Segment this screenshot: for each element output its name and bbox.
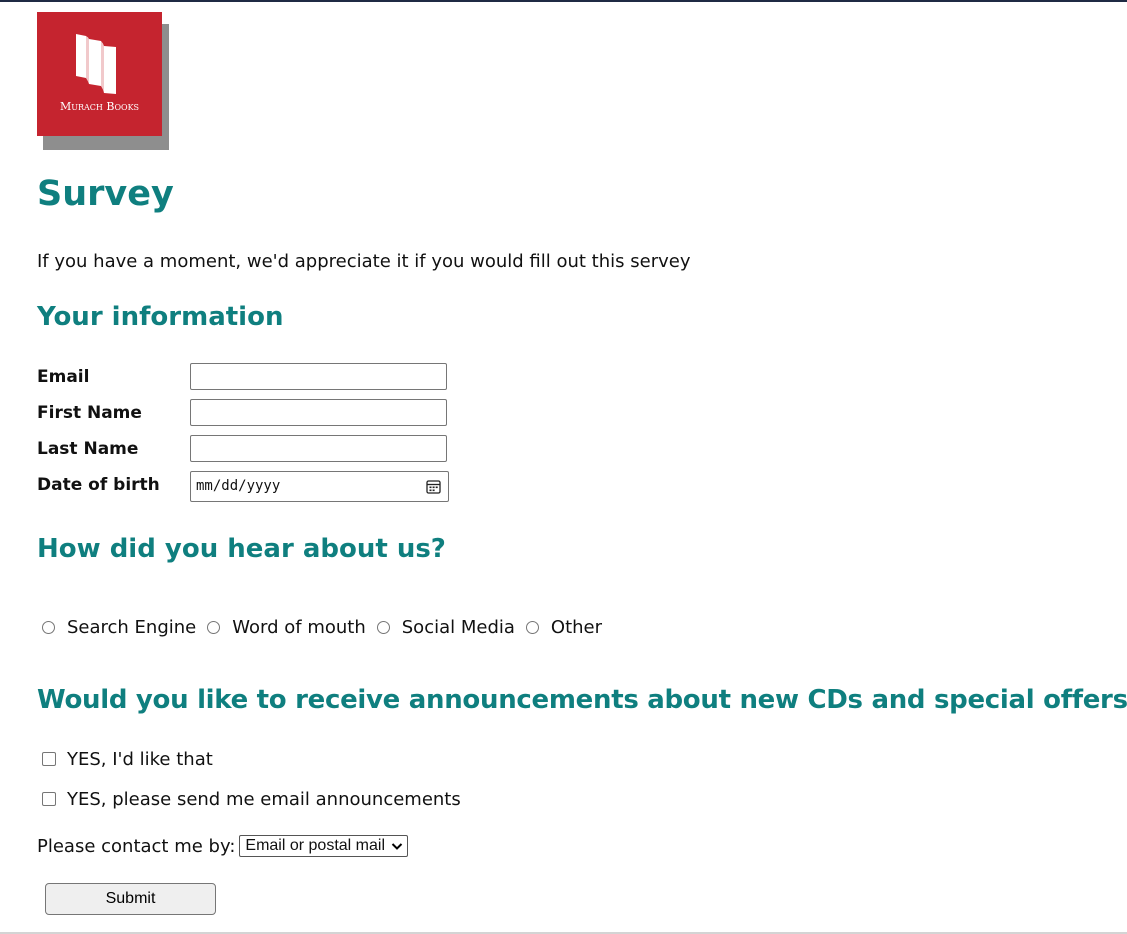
- announcements-checkbox[interactable]: [42, 752, 56, 766]
- calendar-icon[interactable]: [426, 479, 441, 494]
- announcements-checkbox-label: YES, I'd like that: [67, 748, 213, 770]
- radio-social-media[interactable]: [376, 620, 390, 634]
- page-title: Survey: [37, 174, 174, 214]
- submit-button[interactable]: Submit: [45, 883, 216, 915]
- chevron-down-icon: [391, 843, 403, 850]
- announcements-checkbox-row: YES, I'd like that: [42, 747, 213, 771]
- contact-method-selected: Email or postal mail: [245, 837, 385, 854]
- logo-box: Murach Books: [37, 12, 162, 136]
- email-announcements-checkbox-row: YES, please send me email announcements: [42, 787, 461, 811]
- first-name-label: First Name: [37, 403, 142, 423]
- announcements-heading: Would you like to receive announcements …: [37, 685, 1127, 715]
- contact-method-label: Please contact me by:: [37, 835, 236, 857]
- dob-placeholder: mm/dd/yyyy: [196, 478, 281, 494]
- murach-books-logo: Murach Books: [37, 12, 169, 151]
- email-announcements-checkbox-label: YES, please send me email announcements: [67, 788, 461, 810]
- radio-search-engine[interactable]: [42, 620, 55, 634]
- radio-other[interactable]: [525, 620, 539, 634]
- how-did-you-hear-heading: How did you hear about us?: [37, 534, 446, 564]
- dob-label: Date of birth: [37, 475, 160, 495]
- dob-date-field[interactable]: mm/dd/yyyy: [190, 471, 449, 502]
- last-name-label: Last Name: [37, 439, 139, 459]
- book-pages-icon: [76, 34, 116, 94]
- contact-method-row: Please contact me by: Email or postal ma…: [37, 834, 408, 858]
- radio-word-of-mouth[interactable]: [207, 620, 221, 634]
- top-border: [0, 0, 1127, 2]
- last-name-field[interactable]: [190, 435, 447, 462]
- contact-method-select[interactable]: Email or postal mail: [239, 835, 408, 857]
- intro-text: If you have a moment, we'd appreciate it…: [37, 251, 691, 272]
- email-label: Email: [37, 367, 90, 387]
- your-information-heading: Your information: [37, 302, 284, 332]
- email-field[interactable]: [190, 363, 447, 390]
- radio-label-social-media: Social Media: [401, 616, 515, 638]
- referral-radio-group: Search Engine Word of mouth Social Media…: [42, 614, 613, 640]
- radio-label-other: Other: [550, 616, 603, 638]
- first-name-field[interactable]: [190, 399, 447, 426]
- radio-label-search-engine: Search Engine: [67, 616, 197, 638]
- email-announcements-checkbox[interactable]: [42, 792, 56, 806]
- radio-label-word-of-mouth: Word of mouth: [232, 616, 366, 638]
- logo-text: Murach Books: [59, 100, 140, 113]
